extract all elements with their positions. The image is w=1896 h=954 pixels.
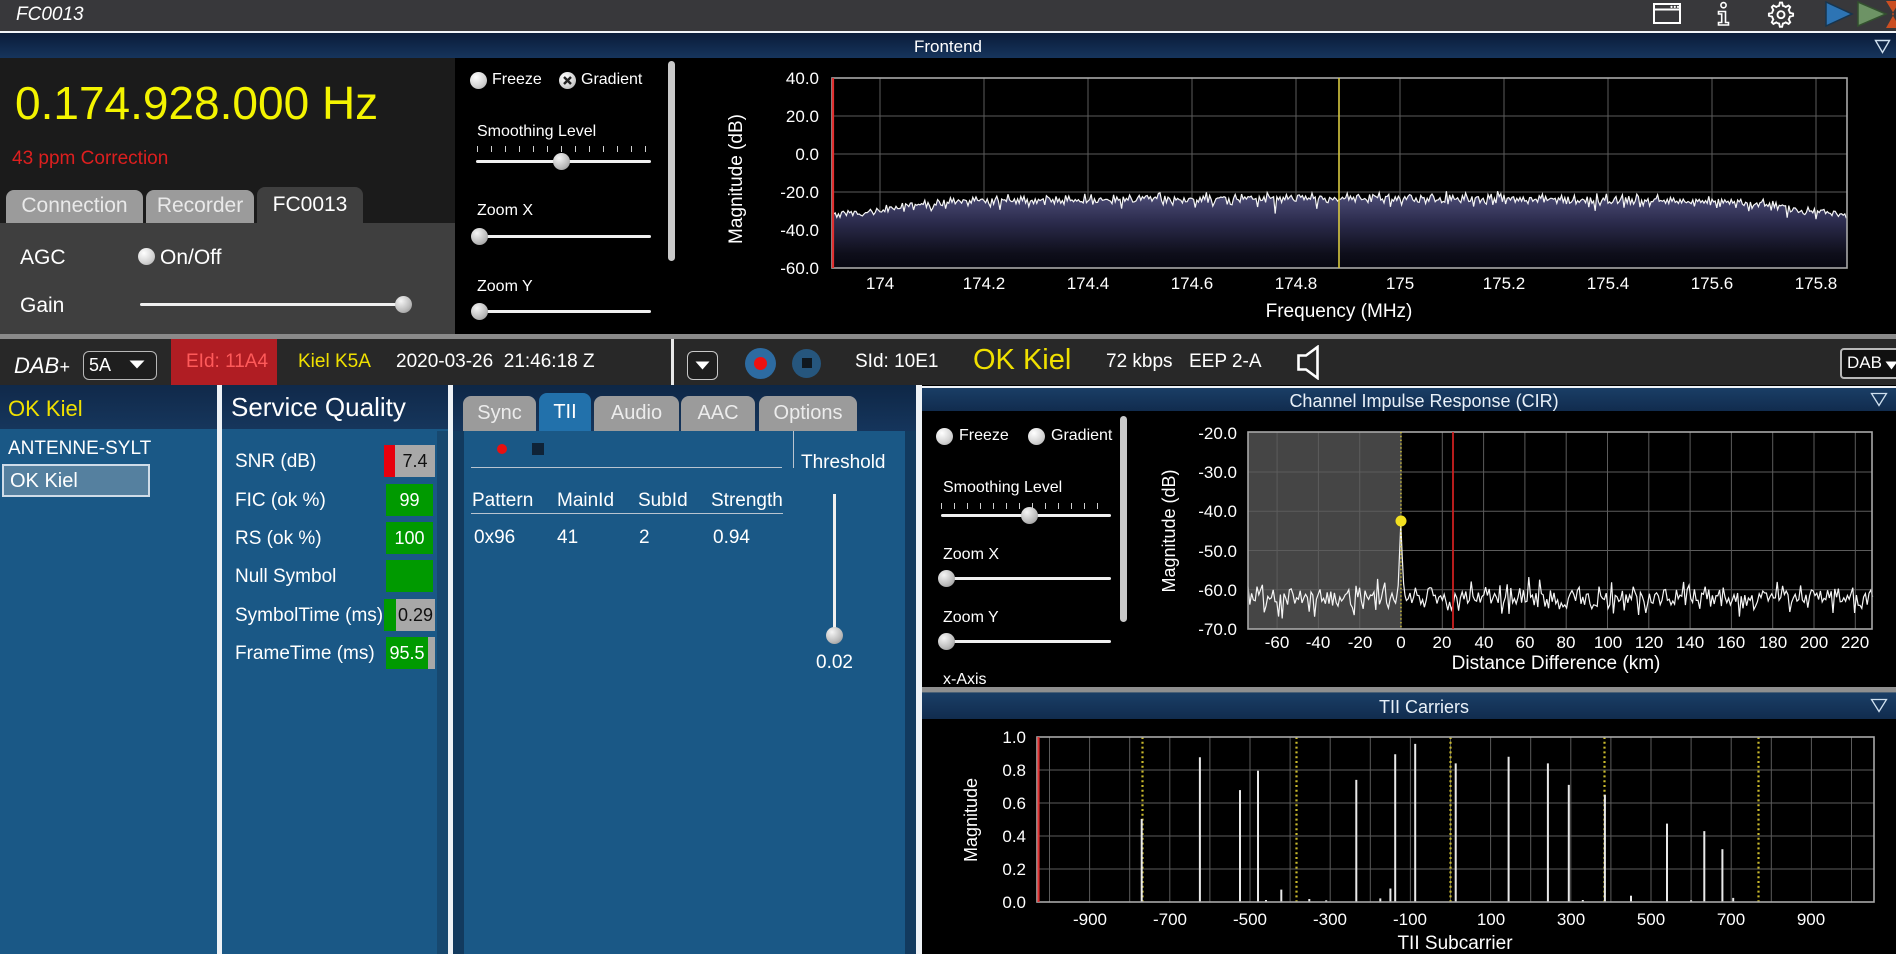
svg-text:174.8: 174.8 — [1275, 274, 1318, 293]
svg-text:40: 40 — [1475, 633, 1494, 652]
svg-text:0.0: 0.0 — [1002, 893, 1026, 912]
svg-text:175.4: 175.4 — [1587, 274, 1630, 293]
svg-text:-20.0: -20.0 — [1198, 424, 1237, 443]
svg-text:20.0: 20.0 — [786, 107, 819, 126]
svg-text:20: 20 — [1433, 633, 1452, 652]
svg-text:160: 160 — [1717, 633, 1745, 652]
svg-text:Distance Difference (km): Distance Difference (km) — [1452, 653, 1661, 674]
svg-text:180: 180 — [1759, 633, 1787, 652]
svg-text:900: 900 — [1797, 910, 1825, 929]
svg-text:174.6: 174.6 — [1171, 274, 1214, 293]
svg-text:-60.0: -60.0 — [1198, 581, 1237, 600]
svg-text:40.0: 40.0 — [786, 69, 819, 88]
svg-text:-50.0: -50.0 — [1198, 542, 1237, 561]
svg-text:60: 60 — [1516, 633, 1535, 652]
svg-text:175.6: 175.6 — [1691, 274, 1734, 293]
svg-text:Magnitude (dB): Magnitude (dB) — [726, 114, 747, 244]
svg-text:0.8: 0.8 — [1002, 761, 1026, 780]
svg-text:TII Subcarrier: TII Subcarrier — [1397, 933, 1513, 954]
svg-text:300: 300 — [1557, 910, 1585, 929]
svg-text:-70.0: -70.0 — [1198, 620, 1237, 639]
svg-text:174.4: 174.4 — [1067, 274, 1110, 293]
svg-text:-900: -900 — [1073, 910, 1107, 929]
svg-text:-30.0: -30.0 — [1198, 463, 1237, 482]
svg-text:175: 175 — [1386, 274, 1414, 293]
svg-text:500: 500 — [1637, 910, 1665, 929]
svg-text:80: 80 — [1557, 633, 1576, 652]
svg-text:-20: -20 — [1348, 633, 1373, 652]
svg-text:-60: -60 — [1265, 633, 1290, 652]
svg-text:Magnitude: Magnitude — [961, 778, 981, 862]
svg-text:0: 0 — [1396, 633, 1405, 652]
svg-text:200: 200 — [1800, 633, 1828, 652]
svg-text:-40.0: -40.0 — [1198, 502, 1237, 521]
svg-text:-40.0: -40.0 — [780, 221, 819, 240]
svg-text:0.2: 0.2 — [1002, 860, 1026, 879]
svg-text:174: 174 — [866, 274, 894, 293]
svg-text:175.2: 175.2 — [1483, 274, 1526, 293]
svg-text:100: 100 — [1477, 910, 1505, 929]
svg-text:-60.0: -60.0 — [780, 259, 819, 278]
svg-text:-300: -300 — [1313, 910, 1347, 929]
svg-text:140: 140 — [1676, 633, 1704, 652]
svg-text:175.8: 175.8 — [1795, 274, 1838, 293]
svg-text:220: 220 — [1841, 633, 1869, 652]
svg-text:1.0: 1.0 — [1002, 728, 1026, 747]
svg-text:-700: -700 — [1153, 910, 1187, 929]
svg-text:-40: -40 — [1306, 633, 1331, 652]
svg-text:174.2: 174.2 — [963, 274, 1006, 293]
svg-text:0.0: 0.0 — [795, 145, 819, 164]
svg-text:700: 700 — [1717, 910, 1745, 929]
svg-text:-500: -500 — [1233, 910, 1267, 929]
svg-text:-100: -100 — [1393, 910, 1427, 929]
svg-text:0.6: 0.6 — [1002, 794, 1026, 813]
svg-text:0.4: 0.4 — [1002, 827, 1026, 846]
svg-text:-20.0: -20.0 — [780, 183, 819, 202]
svg-text:120: 120 — [1635, 633, 1663, 652]
svg-text:100: 100 — [1594, 633, 1622, 652]
svg-text:Frequency (MHz): Frequency (MHz) — [1266, 301, 1413, 322]
svg-text:Magnitude (dB): Magnitude (dB) — [1159, 469, 1179, 592]
